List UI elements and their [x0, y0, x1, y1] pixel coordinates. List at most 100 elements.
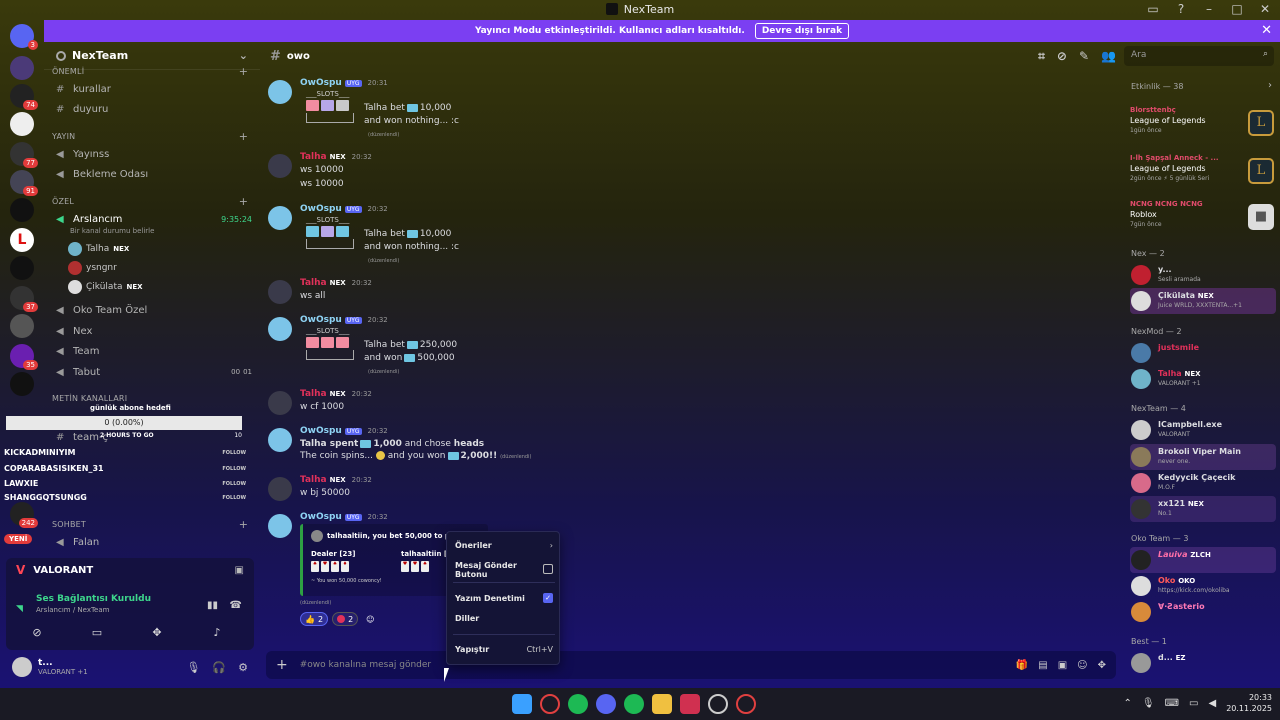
user-info[interactable]: t... VALORANT +1: [38, 658, 88, 676]
message[interactable]: OwOspu UYG 20:32 talhaaltiin, you bet 50,0…: [268, 512, 1108, 630]
message[interactable]: Talha NEX 20:32 ws 10000 ws 10000: [268, 152, 1108, 194]
notifications-off-icon[interactable]: ⊘: [1057, 49, 1067, 64]
message[interactable]: Talha NEX 20:32 w cf 1000: [268, 389, 1108, 417]
message[interactable]: Talha NEX 20:32 w bj 50000: [268, 475, 1108, 503]
server-icon[interactable]: 91: [10, 170, 38, 196]
server-icon[interactable]: 242: [10, 502, 38, 528]
avatar[interactable]: [268, 80, 292, 104]
category-broadcast[interactable]: Yayın: [52, 132, 75, 141]
member-row[interactable]: justsmile: [1130, 340, 1276, 366]
sticker-icon[interactable]: ▣: [1058, 660, 1067, 671]
disconnect-icon[interactable]: ☎: [230, 600, 242, 611]
author-name[interactable]: OwOspu: [300, 512, 342, 522]
member-row[interactable]: y... Sesli aramada: [1130, 262, 1276, 288]
menu-item-send-button[interactable]: Mesaj Gönder Butonu: [455, 561, 553, 579]
screen-share-icon[interactable]: ▭: [72, 622, 122, 642]
avatar[interactable]: [268, 154, 292, 178]
member-row[interactable]: d... EZ: [1130, 650, 1276, 676]
channel-team[interactable]: ◀ Team: [52, 342, 252, 360]
server-icon[interactable]: [10, 314, 34, 338]
voice-user[interactable]: Talha NEX: [68, 242, 129, 256]
upload-plus-icon[interactable]: +: [276, 657, 288, 673]
emoji-icon[interactable]: ☺: [1077, 660, 1087, 671]
menu-item-paste[interactable]: Yapıştır Ctrl+V: [455, 645, 553, 654]
spotify-icon[interactable]: [568, 694, 588, 714]
microphone-icon[interactable]: 🎙: [1142, 698, 1155, 709]
discord-icon[interactable]: [596, 694, 616, 714]
channel-falan[interactable]: ◀ Falan: [52, 533, 252, 551]
server-icon[interactable]: L: [10, 228, 34, 252]
clock[interactable]: 20:33 20.11.2025: [1226, 692, 1272, 714]
channel-nex[interactable]: ◀ Nex: [52, 322, 252, 340]
home-server-icon[interactable]: 3: [10, 24, 38, 50]
avatar[interactable]: [268, 206, 292, 230]
search-input[interactable]: Ara ⌕: [1124, 46, 1274, 66]
soundboard-icon[interactable]: ♪: [192, 622, 242, 642]
message[interactable]: OwOspu UYG 20:32 ___SLOTS___ Talha bet 10,0…: [268, 204, 1108, 272]
server-icon[interactable]: [10, 112, 34, 136]
category-important[interactable]: ÖNEMLİ: [52, 67, 84, 76]
member-row[interactable]: ∀·Ƨasterio: [1130, 599, 1276, 625]
member-row[interactable]: Çikülata NEX Juice WRLD, XXXTENTA...+1: [1130, 288, 1276, 314]
member-row[interactable]: ICampbell.exe VALORANT: [1130, 417, 1276, 443]
voice-location[interactable]: Arslancım / NexTeam: [36, 606, 109, 614]
add-channel-icon[interactable]: +: [239, 518, 248, 531]
server-icon[interactable]: 37: [10, 286, 38, 312]
activity-card[interactable]: I-lh Şapşal Anneck - ... League of Legen…: [1130, 154, 1274, 198]
message-input[interactable]: #owo kanalına mesaj gönder: [300, 660, 431, 670]
message[interactable]: OwOspu UYG 20:32 ___SLOTS___ Talha bet 250,…: [268, 315, 1108, 383]
help-icon[interactable]: ?: [1174, 2, 1188, 16]
channel-yayinss[interactable]: ◀ Yayınss: [52, 145, 252, 163]
channel-arslancim[interactable]: ◀ Arslancım 9:35:24: [52, 210, 252, 228]
channel-tabut[interactable]: ◀ Tabut 00 01: [52, 363, 252, 381]
author-name[interactable]: Talha: [300, 278, 327, 288]
author-name[interactable]: OwOspu: [300, 315, 342, 325]
menu-item-languages[interactable]: Diller: [455, 614, 553, 623]
chevron-right-icon[interactable]: ›: [1268, 80, 1272, 91]
opera-icon[interactable]: [540, 694, 560, 714]
channel-kurallar[interactable]: # kurallar: [52, 80, 252, 98]
add-reaction-icon[interactable]: ☺: [362, 612, 378, 626]
author-name[interactable]: OwOspu: [300, 78, 342, 88]
reaction[interactable]: 2: [332, 612, 359, 626]
avatar[interactable]: [268, 317, 292, 341]
menu-item-spellcheck[interactable]: Yazım Denetimi ✓: [455, 593, 553, 603]
member-row[interactable]: Oko OKO https://kick.com/okoliba: [1130, 573, 1276, 599]
avatar[interactable]: [268, 428, 292, 452]
avatar[interactable]: [268, 391, 292, 415]
activities-icon[interactable]: ✥: [132, 622, 182, 642]
maximize-button[interactable]: □: [1230, 2, 1244, 16]
add-channel-icon[interactable]: +: [239, 195, 248, 208]
channel-status[interactable]: Bir kanal durumu belirle: [70, 227, 154, 235]
server-icon[interactable]: 74: [10, 84, 38, 110]
noise-suppression-icon[interactable]: ▮▮: [207, 600, 218, 611]
server-icon[interactable]: [10, 256, 34, 280]
server-icon[interactable]: 35: [10, 344, 38, 370]
member-row[interactable]: Brokoli Viper Main never one.: [1130, 444, 1276, 470]
author-name[interactable]: Talha: [300, 475, 327, 485]
pin-icon[interactable]: ✎: [1079, 49, 1089, 64]
server-icon[interactable]: [10, 198, 34, 222]
member-row[interactable]: xx121 NEX No.1: [1130, 496, 1276, 522]
minimize-button[interactable]: –: [1202, 2, 1216, 16]
voice-connection-status[interactable]: Ses Bağlantısı Kuruldu: [36, 594, 151, 604]
app-icon[interactable]: [680, 694, 700, 714]
gift-icon[interactable]: 🎁: [1016, 660, 1028, 671]
threads-icon[interactable]: ⌗: [1038, 49, 1045, 64]
display-icon[interactable]: ▭: [1189, 698, 1198, 709]
message[interactable]: OwOspu UYG 20:31 ___SLOTS___ Talha bet 10,0…: [268, 78, 1108, 146]
gif-icon[interactable]: ▤: [1038, 660, 1047, 671]
members-icon[interactable]: 👥: [1101, 49, 1116, 64]
add-channel-icon[interactable]: +: [239, 130, 248, 143]
keyboard-icon[interactable]: ⌨: [1165, 698, 1179, 709]
author-name[interactable]: OwOspu: [300, 204, 342, 214]
voice-user[interactable]: ysngnr: [68, 261, 117, 275]
new-badge[interactable]: YENİ: [4, 534, 33, 544]
author-name[interactable]: Talha: [300, 152, 327, 162]
guild-header[interactable]: NexTeam ⌄: [44, 42, 260, 70]
volume-icon[interactable]: ◀: [1208, 698, 1216, 709]
avatar[interactable]: [12, 657, 32, 677]
steam-icon[interactable]: [708, 694, 728, 714]
menu-item-suggestions[interactable]: Öneriler ›: [455, 541, 553, 550]
activity-card[interactable]: NCNG NCNG NCNG Roblox 7gün önce ■: [1130, 200, 1274, 244]
